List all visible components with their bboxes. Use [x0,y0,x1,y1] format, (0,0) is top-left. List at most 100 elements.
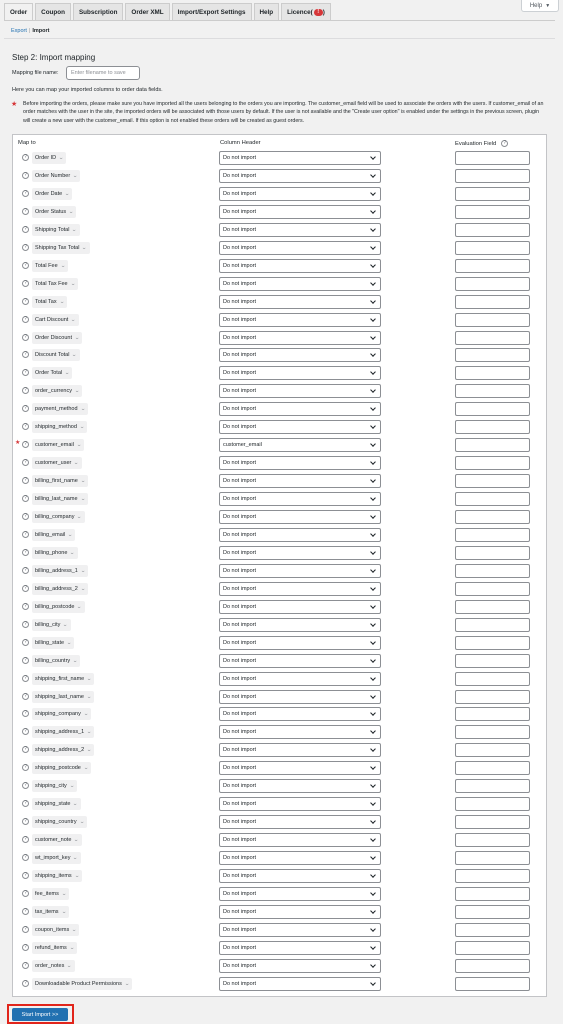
field-name-pill[interactable]: billing_phone ⌄ [32,546,78,559]
question-circle-icon[interactable]: ? [22,979,29,987]
field-name-pill[interactable]: wt_import_key ⌄ [32,852,81,864]
field-name-pill[interactable]: shipping_items ⌄ [32,870,82,882]
question-circle-icon[interactable]: ? [22,710,29,718]
question-circle-icon[interactable]: ? [22,656,29,664]
question-circle-icon[interactable]: ? [22,495,29,503]
export-link[interactable]: Export [11,28,27,34]
column-header-select[interactable]: Do not import [219,294,381,309]
evaluation-field-input[interactable] [455,976,530,991]
field-name-pill[interactable]: tax_items ⌄ [32,905,69,918]
field-name-pill[interactable]: refund_items ⌄ [32,941,77,954]
column-header-select[interactable]: Do not import [219,671,381,686]
field-name-pill[interactable]: Order Total ⌄ [32,367,73,380]
question-circle-icon[interactable]: ? [22,602,29,610]
evaluation-field-input[interactable] [455,402,530,417]
tab-order[interactable]: Order [4,3,34,20]
field-name-pill[interactable]: Order Number ⌄ [32,169,81,182]
question-circle-icon[interactable]: ? [22,405,29,413]
evaluation-field-input[interactable] [455,635,530,650]
question-circle-icon[interactable]: ? [22,836,29,844]
column-header-select[interactable]: Do not import [219,186,381,201]
field-name-pill[interactable]: shipping_country ⌄ [32,816,87,829]
evaluation-field-input[interactable] [455,456,530,471]
evaluation-field-input[interactable] [455,599,530,614]
field-name-pill[interactable]: billing_postcode ⌄ [32,600,85,613]
column-header-select[interactable]: Do not import [219,922,381,937]
question-circle-icon[interactable]: ? [22,889,29,897]
evaluation-field-input[interactable] [455,528,530,542]
evaluation-field-input[interactable] [455,204,530,219]
start-import-button[interactable]: Start Import >> [12,1008,68,1021]
field-name-pill[interactable]: shipping_state ⌄ [32,798,81,811]
column-header-select[interactable]: Do not import [219,474,381,489]
field-name-pill[interactable]: billing_last_name ⌄ [32,493,88,506]
question-circle-icon[interactable]: ? [22,548,29,556]
question-circle-icon[interactable]: ? [22,154,29,161]
evaluation-field-input[interactable] [455,240,530,255]
field-name-pill[interactable]: payment_method ⌄ [32,403,88,416]
question-circle-icon[interactable]: ? [22,225,29,233]
field-name-pill[interactable]: Total Tax Fee ⌄ [32,277,78,290]
question-circle-icon[interactable]: ? [22,800,29,808]
question-circle-icon[interactable]: ? [22,189,29,197]
field-name-pill[interactable]: customer_email ⌄ [32,439,85,452]
question-circle-icon[interactable]: ? [22,351,29,359]
question-circle-icon[interactable]: ? [22,728,29,736]
evaluation-field-input[interactable] [455,492,530,507]
column-header-select[interactable]: Do not import [219,384,381,399]
column-header-select[interactable]: customer_email [219,438,381,453]
column-header-select[interactable]: Do not import [219,366,381,381]
column-header-select[interactable]: Do not import [219,420,381,435]
column-header-select[interactable]: Do not import [219,581,381,596]
evaluation-field-input[interactable] [455,743,530,758]
column-header-select[interactable]: Do not import [219,151,381,165]
field-name-pill[interactable]: Downloadable Product Permissions ⌄ [32,977,133,990]
evaluation-field-input[interactable] [455,904,530,919]
evaluation-field-input[interactable] [455,222,530,237]
question-circle-icon[interactable]: ? [22,746,29,754]
question-circle-icon[interactable]: ? [22,961,29,969]
column-header-select[interactable]: Do not import [219,976,381,991]
column-header-select[interactable]: Do not import [219,563,381,578]
tab-coupon[interactable]: Coupon [35,3,71,20]
evaluation-field-input[interactable] [455,438,530,453]
question-circle-icon[interactable]: ? [22,872,29,879]
question-circle-icon[interactable]: ? [22,584,29,592]
evaluation-field-input[interactable] [455,689,530,704]
column-header-select[interactable]: Do not import [219,312,381,327]
field-name-pill[interactable]: Discount Total ⌄ [32,349,80,362]
evaluation-field-input[interactable] [455,151,530,165]
question-circle-icon[interactable]: ? [22,297,29,305]
field-name-pill[interactable]: Order Status ⌄ [32,205,77,218]
question-circle-icon[interactable]: ? [22,423,29,431]
question-circle-icon[interactable]: ? [22,369,29,377]
field-name-pill[interactable]: order_notes ⌄ [32,959,75,972]
column-header-select[interactable]: Do not import [219,348,381,363]
question-circle-icon[interactable]: ? [22,638,29,646]
column-header-select[interactable]: Do not import [219,204,381,219]
field-name-pill[interactable]: billing_city ⌄ [32,618,71,631]
column-header-select[interactable]: Do not import [219,707,381,722]
question-circle-icon[interactable]: ? [22,477,29,485]
evaluation-field-input[interactable] [455,869,530,883]
question-circle-icon[interactable]: ? [22,459,29,467]
column-header-select[interactable]: Do not import [219,797,381,812]
question-circle-icon[interactable]: ? [22,387,29,395]
field-name-pill[interactable]: billing_first_name ⌄ [32,475,89,488]
column-header-select[interactable]: Do not import [219,689,381,704]
column-header-select[interactable]: Do not import [219,779,381,794]
field-name-pill[interactable]: billing_address_2 ⌄ [32,582,89,595]
field-name-pill[interactable]: customer_note ⌄ [32,834,82,847]
question-circle-icon[interactable]: ? [22,441,29,449]
field-name-pill[interactable]: shipping_last_name ⌄ [32,690,95,703]
evaluation-field-input[interactable] [455,797,530,812]
question-circle-icon[interactable]: ? [22,925,29,933]
column-header-select[interactable]: Do not import [219,402,381,417]
column-header-select[interactable]: Do not import [219,761,381,776]
evaluation-field-input[interactable] [455,581,530,596]
field-name-pill[interactable]: shipping_method ⌄ [32,421,88,434]
evaluation-field-input[interactable] [455,617,530,632]
column-header-select[interactable]: Do not import [219,168,381,183]
evaluation-field-input[interactable] [455,545,530,560]
field-name-pill[interactable]: coupon_items ⌄ [32,923,80,936]
